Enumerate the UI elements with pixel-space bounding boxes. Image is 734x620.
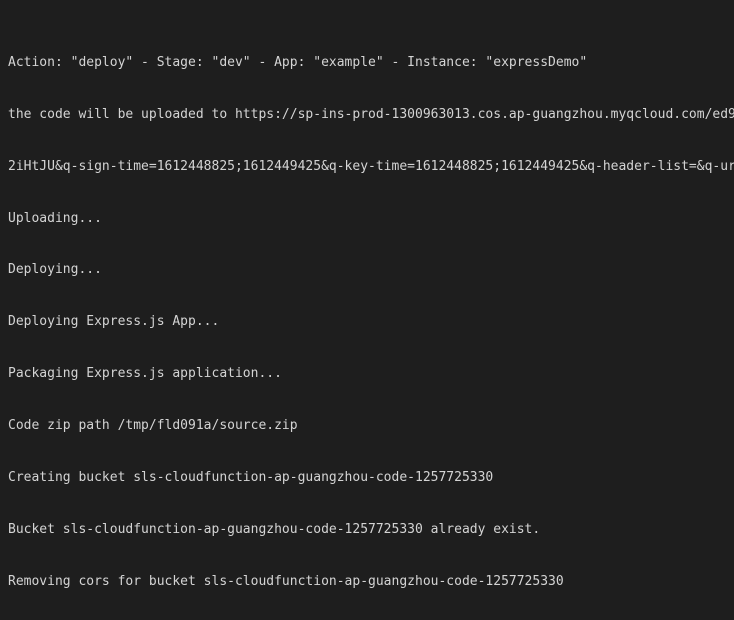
log-line-action: Action: "deploy" - Stage: "dev" - App: "…: [8, 54, 588, 70]
log-line-packaging: Packaging Express.js application...: [8, 366, 282, 382]
log-line-upload-url-2: 2iHtJU&q-sign-time=1612448825;1612449425…: [8, 158, 734, 174]
log-line-removing-cors: Removing cors for bucket sls-cloudfuncti…: [8, 573, 564, 589]
log-line-creating-bucket: Creating bucket sls-cloudfunction-ap-gua…: [8, 470, 494, 486]
log-line-code-zip-path: Code zip path /tmp/fld091a/source.zip: [8, 418, 298, 434]
terminal-output-pane[interactable]: Action: "deploy" - Stage: "dev" - App: "…: [0, 0, 734, 620]
log-line-bucket-exists: Bucket sls-cloudfunction-ap-guangzhou-co…: [8, 521, 541, 537]
log-line-uploading: Uploading...: [8, 210, 102, 226]
log-line-upload-url-1: the code will be uploaded to https://sp-…: [8, 106, 734, 122]
log-line-deploying-express: Deploying Express.js App...: [8, 314, 220, 330]
log-line-deploying: Deploying...: [8, 262, 102, 278]
